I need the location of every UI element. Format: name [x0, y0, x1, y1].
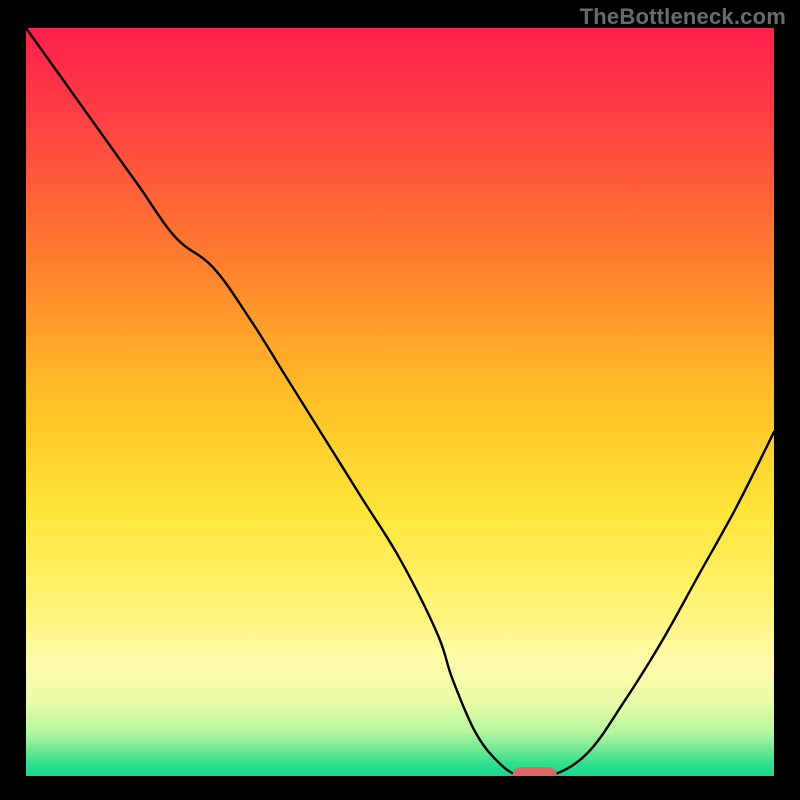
- watermark-text: TheBottleneck.com: [580, 4, 786, 30]
- optimal-marker: [512, 767, 557, 776]
- bottleneck-chart: [26, 28, 774, 776]
- gradient-background: [26, 28, 774, 776]
- chart-frame: TheBottleneck.com: [0, 0, 800, 800]
- plot-area: [26, 28, 774, 776]
